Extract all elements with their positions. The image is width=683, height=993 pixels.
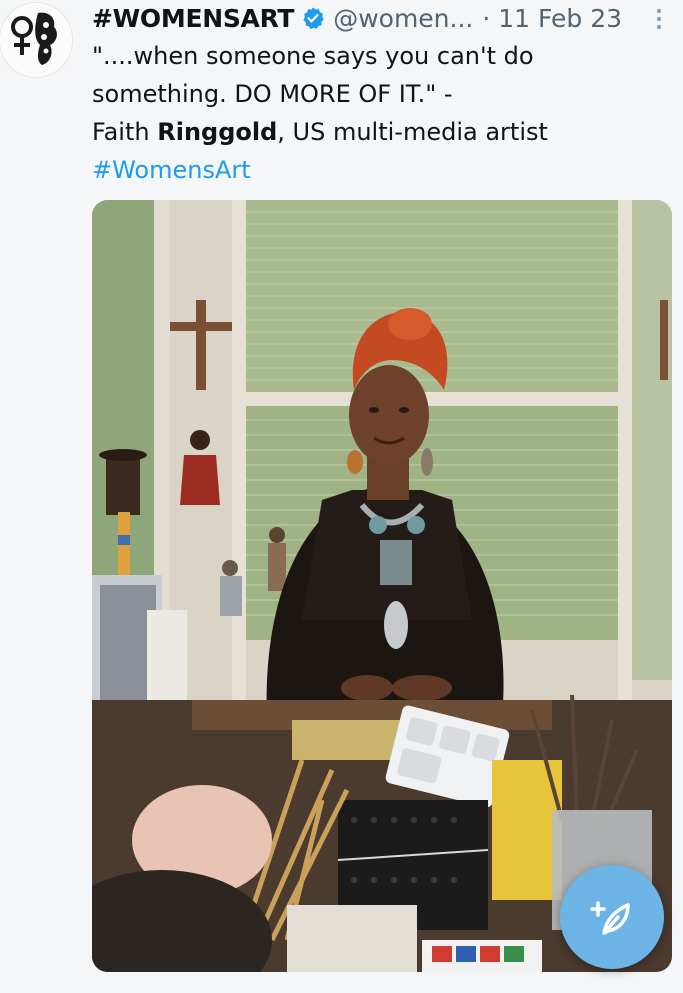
tweet-timestamp[interactable]: · 11 Feb 23	[482, 4, 622, 33]
tweet-header: #WOMENSART @women... · 11 Feb 23	[92, 2, 663, 34]
tweet-text-bold: Ringgold	[157, 118, 278, 146]
tweet-text-segment: Faith	[92, 118, 158, 146]
tweet-text-segment: , US multi-media artist	[277, 118, 548, 146]
avatar[interactable]	[0, 3, 72, 77]
verified-badge-icon	[301, 6, 325, 30]
hashtag-link[interactable]: #WomensArt	[92, 151, 652, 189]
user-handle[interactable]: @women...	[333, 4, 473, 33]
tweet-text-line: Faith Ringgold, US multi-media artist	[92, 113, 652, 151]
photo-illustration	[92, 200, 672, 972]
compose-button[interactable]	[560, 865, 664, 969]
compose-feather-icon	[590, 901, 630, 935]
tweet-text: "....when someone says you can't do some…	[92, 37, 652, 189]
more-vertical-icon[interactable]	[655, 8, 663, 30]
tweet-media-photo[interactable]	[92, 200, 672, 972]
womensart-logo-icon	[0, 3, 72, 77]
tweet-text-line: "....when someone says you can't do	[92, 42, 534, 70]
tweet-text-line: something. DO MORE OF IT." -	[92, 80, 453, 108]
display-name[interactable]: #WOMENSART	[92, 4, 295, 33]
